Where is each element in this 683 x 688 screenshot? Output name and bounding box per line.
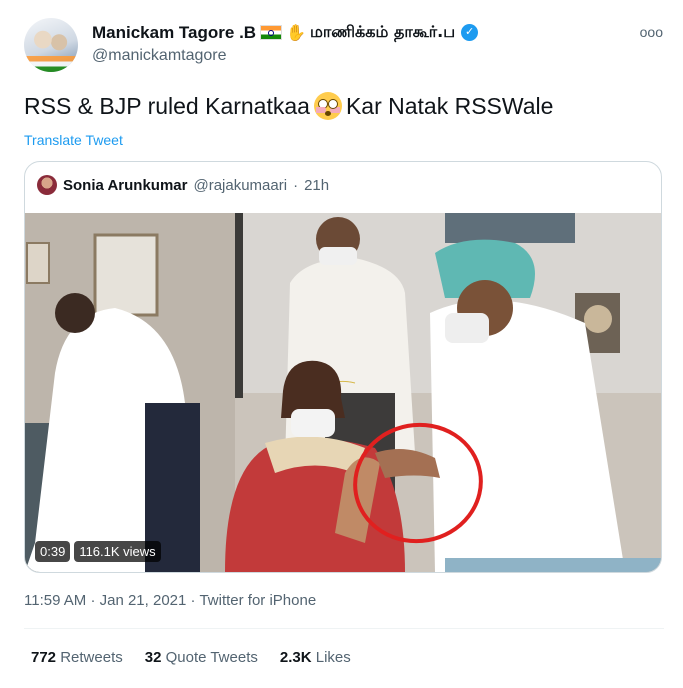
tweet-text-part2: Kar Natak RSSWale — [345, 92, 554, 119]
tweet-text-part1: RSS & BJP ruled Karnatkaa — [24, 92, 310, 119]
quote-tweets-stat[interactable]: 32 Quote Tweets — [145, 649, 258, 666]
quoted-tweet-header: Sonia Arunkumar @rajakumaari · 21h — [37, 175, 329, 195]
video-duration: 0:39 — [35, 541, 71, 562]
meta-separator: · — [90, 592, 100, 609]
author-name-row[interactable]: Manickam Tagore .B ✋ மாணிக்கம் தாகூர்.ப … — [92, 22, 479, 43]
quoted-time: 21h — [304, 176, 330, 194]
quoted-tweet[interactable]: Sonia Arunkumar @rajakumaari · 21h 0:39 … — [24, 161, 662, 573]
more-options-icon[interactable]: ooo — [640, 24, 663, 40]
author-display-name[interactable]: Manickam Tagore .B — [92, 23, 256, 43]
author-avatar[interactable] — [24, 18, 78, 72]
author-tamil-name[interactable]: மாணிக்கம் தாகூர்.ப — [310, 22, 455, 43]
likes-stat[interactable]: 2.3K Likes — [280, 649, 351, 666]
quoted-video[interactable]: 0:39 116.1K views — [25, 213, 661, 572]
retweets-stat[interactable]: 772 Retweets — [31, 649, 123, 666]
translate-tweet-link[interactable]: Translate Tweet — [24, 132, 123, 148]
video-frame — [25, 213, 661, 572]
verified-badge-icon: ✓ — [461, 24, 479, 41]
tweet-source[interactable]: Twitter for iPhone — [199, 592, 316, 609]
video-badges: 0:39 116.1K views — [35, 541, 161, 562]
tweet-header: Manickam Tagore .B ✋ மாணிக்கம் தாகூர்.ப … — [24, 14, 667, 74]
video-views: 116.1K views — [74, 541, 161, 562]
divider — [24, 628, 664, 629]
quoted-separator: · — [293, 176, 299, 194]
tweet-stats: 772 Retweets 32 Quote Tweets 2.3K Likes — [31, 649, 351, 666]
author-handle[interactable]: @manickamtagore — [92, 47, 227, 65]
quoted-author-name: Sonia Arunkumar — [63, 176, 188, 194]
tweet-date[interactable]: Jan 21, 2021 — [100, 592, 187, 609]
india-flag-icon — [260, 25, 283, 40]
quoted-author-avatar — [37, 175, 57, 195]
raised-hand-icon: ✋ — [286, 24, 306, 42]
flushed-face-icon — [313, 92, 342, 120]
tweet-time[interactable]: 11:59 AM — [24, 592, 86, 609]
tweet-text: RSS & BJP ruled Karnatkaa Kar Natak RSSW… — [24, 92, 553, 120]
tweet-metadata: 11:59 AM · Jan 21, 2021 · Twitter for iP… — [24, 592, 316, 609]
quoted-author-handle: @rajakumaari — [193, 176, 288, 194]
